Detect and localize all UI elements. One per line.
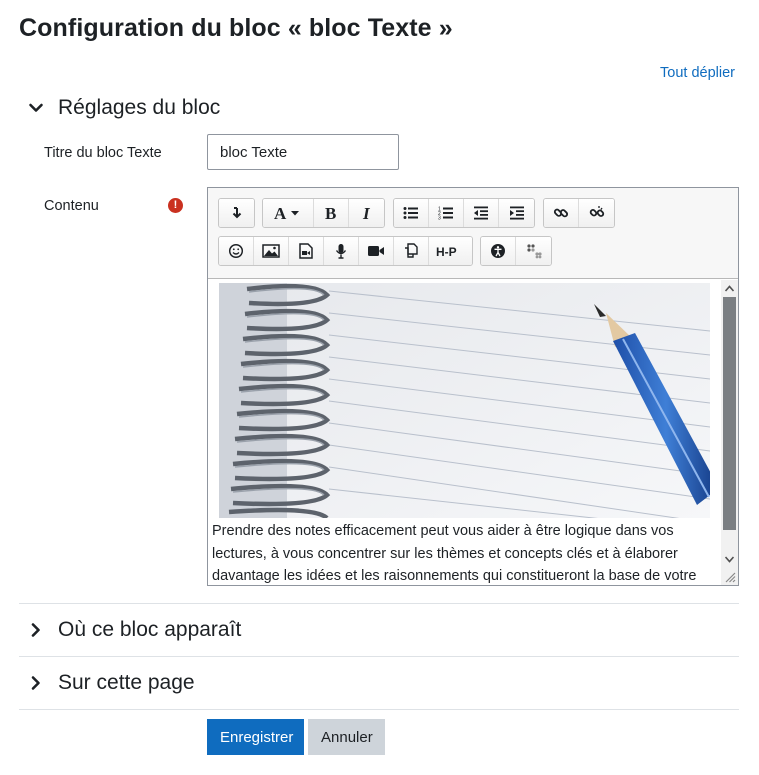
- image-icon: [262, 244, 280, 258]
- collapse-button[interactable]: [219, 199, 254, 227]
- media-icon: [299, 243, 313, 259]
- required-icon: !: [168, 198, 183, 213]
- toolbar-group-lists: 1 2 3: [393, 198, 535, 228]
- record-video-button[interactable]: [359, 237, 394, 265]
- content-editor: A B I 1 2 3 H-P Prendre des notes effica…: [207, 187, 739, 586]
- bold-button[interactable]: B: [314, 199, 349, 227]
- section-on-this-page-title: Sur cette page: [58, 671, 195, 694]
- toolbar-group-collapse: [218, 198, 255, 228]
- save-button[interactable]: Enregistrer: [207, 719, 304, 755]
- record-audio-icon: [335, 244, 347, 259]
- font-color-icon: A: [274, 205, 299, 221]
- chevron-right-icon: [31, 676, 40, 690]
- media-button[interactable]: [289, 237, 324, 265]
- page-title: Configuration du bloc « bloc Texte »: [19, 14, 453, 42]
- italic-button[interactable]: I: [349, 199, 384, 227]
- cancel-button[interactable]: Annuler: [308, 719, 385, 755]
- notebook-pencil-image: [219, 283, 710, 518]
- section-where-appears-title: Où ce bloc apparaît: [58, 618, 242, 641]
- toolbar-group-style: A B I: [262, 198, 385, 228]
- record-video-icon: [368, 246, 384, 256]
- unordered-list-button[interactable]: [394, 199, 429, 227]
- chevron-right-icon: [31, 623, 40, 637]
- content-field-label: Contenu: [44, 198, 99, 214]
- collapse-icon: [232, 207, 241, 219]
- section-divider: [19, 709, 739, 710]
- scrollbar-thumb[interactable]: [723, 297, 736, 530]
- editor-toolbar: A B I 1 2 3 H-P: [208, 188, 738, 279]
- block-title-input[interactable]: [207, 134, 399, 170]
- indent-icon: [509, 206, 524, 220]
- manage-files-icon: [405, 243, 418, 258]
- resize-handle-icon[interactable]: [725, 572, 736, 583]
- record-audio-button[interactable]: [324, 237, 359, 265]
- svg-text:A: A: [274, 205, 287, 221]
- h5p-label: H-P: [436, 245, 457, 258]
- accessibility-checker-button[interactable]: [481, 237, 516, 265]
- toolbar-group-accessibility: [480, 236, 552, 266]
- toolbar-group-insert: H-P: [218, 236, 473, 266]
- font-color-button[interactable]: A: [263, 199, 314, 227]
- svg-text:3: 3: [438, 216, 441, 221]
- unlink-button[interactable]: [579, 199, 614, 227]
- unlink-icon: [589, 206, 604, 217]
- outdent-icon: [474, 206, 488, 220]
- section-divider: [19, 603, 739, 604]
- indent-button[interactable]: [499, 199, 534, 227]
- section-block-settings-toggle[interactable]: Réglages du bloc: [28, 96, 220, 120]
- editor-content-area[interactable]: Prendre des notes efficacement peut vous…: [208, 280, 738, 585]
- section-divider: [19, 656, 739, 657]
- accessibility-checker-icon: [491, 244, 505, 258]
- section-where-appears-toggle[interactable]: Où ce bloc apparaît: [28, 618, 241, 642]
- screenreader-helper-button[interactable]: [516, 237, 551, 265]
- scroll-up-icon[interactable]: [725, 285, 734, 292]
- svg-text:B: B: [325, 205, 336, 221]
- ordered-list-icon: 1 2 3: [438, 207, 453, 221]
- manage-files-button[interactable]: [394, 237, 429, 265]
- editor-scrollbar[interactable]: [721, 280, 738, 585]
- bold-icon: B: [325, 205, 336, 221]
- chevron-down-icon: [29, 103, 43, 112]
- section-on-this-page-toggle[interactable]: Sur cette page: [28, 671, 195, 695]
- link-button[interactable]: [544, 199, 579, 227]
- h5p-button[interactable]: H-P: [429, 237, 472, 265]
- ordered-list-button[interactable]: 1 2 3: [429, 199, 464, 227]
- emoji-button[interactable]: [219, 237, 254, 265]
- outdent-button[interactable]: [464, 199, 499, 227]
- svg-text:I: I: [362, 205, 371, 221]
- scroll-down-icon[interactable]: [725, 556, 734, 563]
- screenreader-helper-icon: [526, 244, 542, 259]
- emoji-icon: [228, 243, 244, 259]
- link-icon: [553, 208, 569, 218]
- editor-body-text: Prendre des notes efficacement peut vous…: [212, 523, 697, 584]
- italic-icon: I: [362, 205, 371, 221]
- title-field-label: Titre du bloc Texte: [44, 145, 162, 161]
- expand-all-link[interactable]: Tout déplier: [660, 65, 735, 81]
- section-block-settings-title: Réglages du bloc: [58, 96, 221, 119]
- toolbar-group-links: [543, 198, 615, 228]
- unordered-list-icon: [403, 207, 418, 219]
- image-button[interactable]: [254, 237, 289, 265]
- h5p-icon: H-P: [436, 245, 457, 258]
